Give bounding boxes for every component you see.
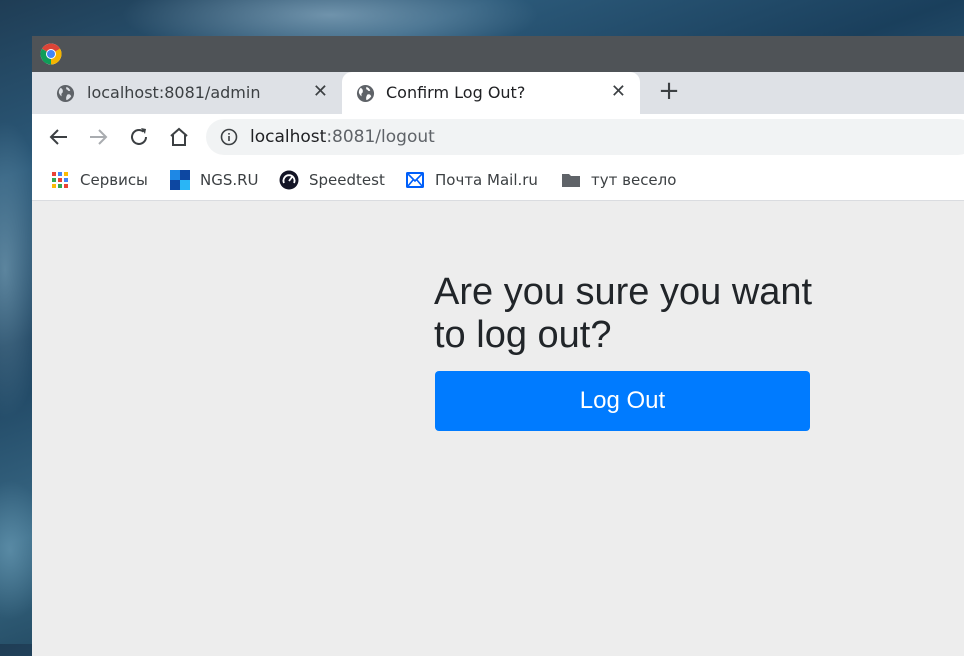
page-title: Are you sure you want to log out? <box>434 271 813 356</box>
bookmark-label: Speedtest <box>309 171 385 189</box>
ngs-icon <box>170 170 190 190</box>
bookmark-mail[interactable]: Почта Mail.ru <box>405 168 538 192</box>
bookmark-folder[interactable]: тут весело <box>561 168 676 192</box>
globe-icon <box>56 84 75 103</box>
tab-title: localhost:8081/admin <box>87 83 261 102</box>
chrome-logo-icon <box>40 43 62 65</box>
tab-confirm-logout[interactable]: Confirm Log Out? ✕ <box>342 72 640 114</box>
close-tab-icon[interactable]: ✕ <box>313 82 328 102</box>
apps-grid-icon <box>52 172 68 188</box>
globe-icon <box>356 84 375 103</box>
home-icon[interactable] <box>167 125 191 149</box>
tab-admin[interactable]: localhost:8081/admin ✕ <box>32 72 342 114</box>
tab-strip: localhost:8081/admin ✕ Confirm Log Out? … <box>32 72 964 114</box>
bookmark-label: NGS.RU <box>200 171 259 189</box>
mail-icon <box>406 172 424 188</box>
title-bar <box>32 36 964 72</box>
browser-window: localhost:8081/admin ✕ Confirm Log Out? … <box>32 36 964 656</box>
logout-button[interactable]: Log Out <box>435 371 810 431</box>
toolbar: localhost:8081/logout <box>32 114 964 160</box>
forward-arrow-icon[interactable] <box>86 125 110 149</box>
back-arrow-icon[interactable] <box>47 125 71 149</box>
bookmark-speedtest[interactable]: Speedtest <box>279 168 385 192</box>
new-tab-button[interactable]: + <box>655 78 683 106</box>
url-path: :8081/logout <box>326 127 435 147</box>
bookmark-services[interactable]: Сервисы <box>50 168 148 192</box>
bookmark-label: Почта Mail.ru <box>435 171 538 189</box>
folder-icon <box>562 174 580 187</box>
close-tab-icon[interactable]: ✕ <box>611 82 626 102</box>
tab-title: Confirm Log Out? <box>386 83 526 102</box>
reload-icon[interactable] <box>127 125 151 149</box>
speedtest-icon <box>279 170 299 190</box>
url-host: localhost <box>250 127 327 147</box>
bookmark-ngs[interactable]: NGS.RU <box>170 168 259 192</box>
address-bar[interactable]: localhost:8081/logout <box>206 119 964 155</box>
info-icon[interactable] <box>220 128 238 146</box>
page-content: Are you sure you want to log out? Log Ou… <box>32 201 964 656</box>
url-text[interactable]: localhost:8081/logout <box>250 127 435 147</box>
bookmark-label: тут весело <box>591 171 677 189</box>
bookmarks-bar: Сервисы NGS.RU Speedtest Почта Mail.ru т… <box>32 160 964 201</box>
bookmark-label: Сервисы <box>80 171 148 189</box>
